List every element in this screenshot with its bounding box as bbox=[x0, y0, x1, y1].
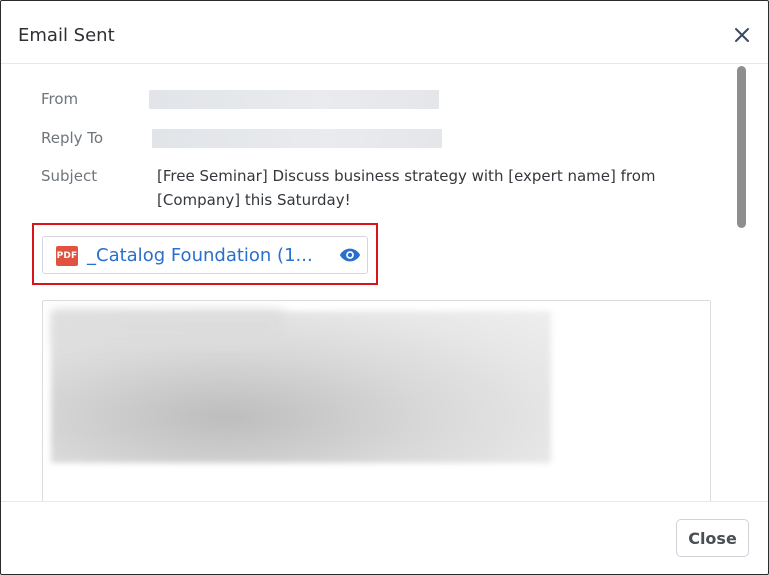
reply-to-value-redacted bbox=[152, 129, 442, 148]
eye-icon[interactable] bbox=[339, 247, 361, 263]
blurred-header bbox=[53, 309, 283, 343]
dialog-header: Email Sent bbox=[1, 1, 768, 64]
from-label: From bbox=[41, 90, 79, 108]
attachment-chip[interactable]: PDF _Catalog Foundation (1... bbox=[42, 236, 368, 274]
from-value-redacted bbox=[149, 90, 439, 109]
scrollbar-thumb[interactable] bbox=[737, 66, 746, 228]
dialog-title: Email Sent bbox=[18, 25, 115, 46]
attachment-name[interactable]: _Catalog Foundation (1... bbox=[87, 244, 313, 268]
email-body-preview bbox=[42, 300, 711, 501]
close-button[interactable]: Close bbox=[676, 519, 749, 557]
subject-value: [Free Seminar] Discuss business strategy… bbox=[157, 167, 656, 209]
subject-label: Subject bbox=[41, 167, 98, 185]
email-sent-dialog: Email Sent From Reply To Subject [Free S… bbox=[0, 0, 769, 575]
pdf-icon: PDF bbox=[56, 246, 78, 266]
close-icon[interactable] bbox=[732, 25, 752, 45]
reply-to-label: Reply To bbox=[41, 129, 104, 147]
dialog-body: From Reply To Subject [Free Seminar] Dis… bbox=[1, 64, 768, 501]
dialog-footer: Close bbox=[1, 501, 768, 575]
